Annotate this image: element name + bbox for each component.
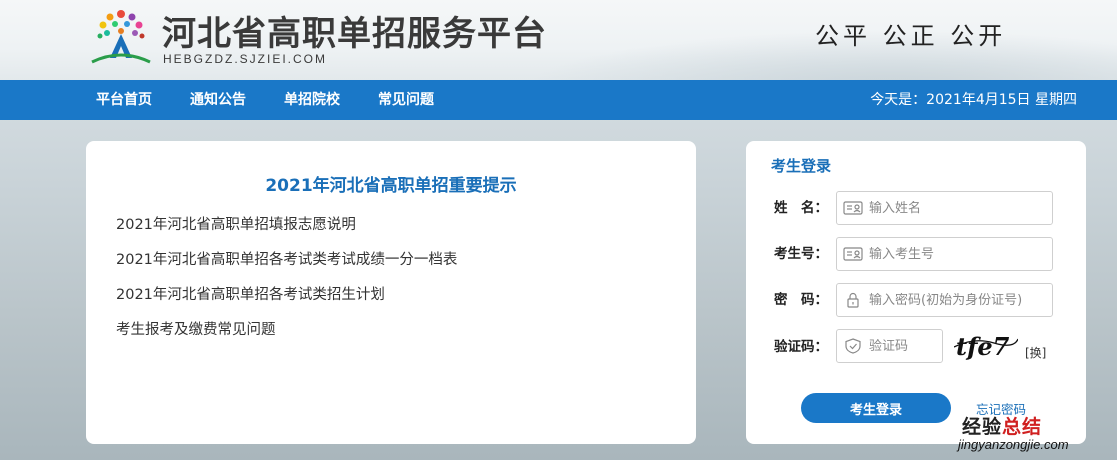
exam-no-input[interactable] bbox=[869, 246, 1039, 262]
watermark-left: 经验 bbox=[962, 416, 1003, 438]
password-field[interactable] bbox=[836, 283, 1053, 317]
nav-faq[interactable]: 常见问题 bbox=[378, 80, 434, 120]
login-panel: 考生登录 姓 名： 考生号： 密 码： 验证码： bbox=[746, 141, 1086, 444]
site-header: 河北省高职单招服务平台 HEBGZDZ.SJZIEI.COM 公平 公正 公开 bbox=[0, 0, 1117, 80]
watermark-right: 总结 bbox=[1002, 416, 1043, 438]
exam-no-label: 考生号： bbox=[774, 246, 828, 262]
notice-item[interactable]: 2021年河北省高职单招各考试类招生计划 bbox=[116, 283, 457, 318]
site-title: 河北省高职单招服务平台 bbox=[162, 14, 547, 54]
login-title: 考生登录 bbox=[771, 157, 832, 175]
name-field[interactable] bbox=[836, 191, 1053, 225]
captcha-refresh-link[interactable]: [换] bbox=[1025, 344, 1046, 361]
id-card-icon bbox=[843, 247, 863, 261]
nav-home[interactable]: 平台首页 bbox=[96, 80, 152, 120]
watermark: 经验总结 bbox=[962, 412, 1042, 439]
exam-no-field[interactable] bbox=[836, 237, 1053, 271]
name-label: 姓 名： bbox=[774, 200, 828, 216]
site-logo-icon[interactable] bbox=[88, 4, 154, 66]
shield-icon bbox=[845, 338, 861, 354]
lock-icon bbox=[847, 292, 859, 308]
notice-item[interactable]: 2021年河北省高职单招填报志愿说明 bbox=[116, 213, 457, 248]
captcha-label: 验证码： bbox=[774, 339, 828, 355]
main-nav: 平台首页 通知公告 单招院校 常见问题 今天是：2021年4月15日 星期四 bbox=[0, 80, 1117, 120]
password-label: 密 码： bbox=[774, 292, 828, 308]
notice-panel: 2021年河北省高职单招重要提示 2021年河北省高职单招填报志愿说明 2021… bbox=[86, 141, 696, 444]
notice-list: 2021年河北省高职单招填报志愿说明 2021年河北省高职单招各考试类考试成绩一… bbox=[116, 213, 457, 353]
id-card-icon bbox=[843, 201, 863, 215]
nav-notices[interactable]: 通知公告 bbox=[190, 80, 246, 120]
watermark-url: jingyanzongjie.com bbox=[958, 437, 1069, 452]
captcha-text: tfe7 bbox=[956, 332, 1010, 361]
captcha-field[interactable] bbox=[836, 329, 943, 363]
nav-schools[interactable]: 单招院校 bbox=[284, 80, 340, 120]
notice-item[interactable]: 2021年河北省高职单招各考试类考试成绩一分一档表 bbox=[116, 248, 457, 283]
date-display: 今天是：2021年4月15日 星期四 bbox=[870, 92, 1077, 108]
notice-item[interactable]: 考生报考及缴费常见问题 bbox=[116, 318, 457, 353]
slogan: 公平 公正 公开 bbox=[815, 22, 1007, 50]
login-button[interactable]: 考生登录 bbox=[801, 393, 951, 423]
captcha-image[interactable]: tfe7 bbox=[954, 329, 1018, 361]
password-input[interactable] bbox=[869, 292, 1049, 308]
captcha-input[interactable] bbox=[869, 338, 939, 354]
notice-title: 2021年河北省高职单招重要提示 bbox=[265, 176, 517, 196]
site-url: HEBGZDZ.SJZIEI.COM bbox=[163, 52, 328, 66]
name-input[interactable] bbox=[869, 200, 1039, 216]
